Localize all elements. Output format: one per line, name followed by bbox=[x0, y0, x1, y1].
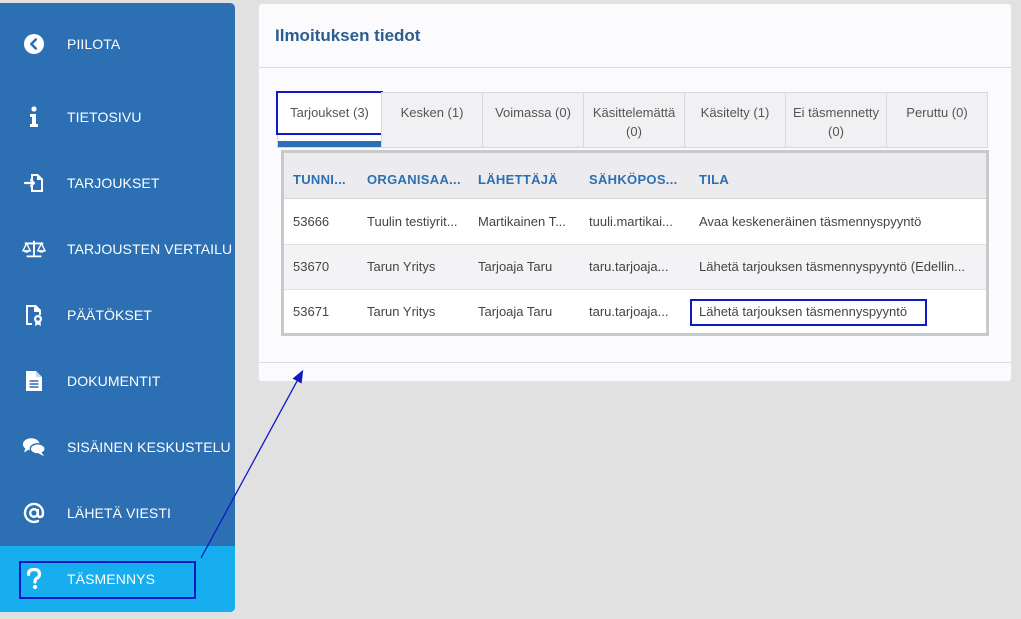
sidebar-item-label: TÄSMENNYS bbox=[67, 571, 156, 587]
sidebar-item-label: DOKUMENTIT bbox=[67, 373, 161, 389]
table-header-row: TUNNI... ORGANISAA... LÄHETTÄJÄ SÄHKÖPOS… bbox=[284, 153, 986, 199]
card-footer-divider bbox=[259, 362, 1011, 363]
cell-email: taru.tarjoaja... bbox=[589, 304, 669, 319]
at-sign-icon bbox=[22, 501, 46, 525]
column-header-tunniste[interactable]: TUNNI... bbox=[293, 172, 346, 187]
column-header-organisaatio[interactable]: ORGANISAA... bbox=[367, 172, 461, 187]
sidebar-item-tasmennys[interactable]: TÄSMENNYS bbox=[0, 546, 235, 612]
sidebar-item-sisainen-keskustelu[interactable]: SISÄINEN KESKUSTELU bbox=[0, 414, 235, 480]
table-row[interactable]: 53666 Tuulin testiyrit... Martikainen T.… bbox=[284, 200, 986, 245]
sidebar-item-tarjoukset[interactable]: TARJOUKSET bbox=[0, 150, 235, 216]
tab-kasitelty[interactable]: Käsitelty (1) bbox=[684, 92, 786, 148]
offers-table: TUNNI... ORGANISAA... LÄHETTÄJÄ SÄHKÖPOS… bbox=[281, 150, 989, 336]
certificate-icon bbox=[22, 303, 46, 327]
column-header-sahkoposti[interactable]: SÄHKÖPOS... bbox=[589, 172, 678, 187]
sidebar-item-label: LÄHETÄ VIESTI bbox=[67, 505, 171, 521]
cell-email: tuuli.martikai... bbox=[589, 214, 673, 229]
document-icon bbox=[22, 369, 46, 393]
tab-tarjoukset[interactable]: Tarjoukset (3) bbox=[276, 91, 383, 148]
scale-icon bbox=[22, 237, 46, 261]
notice-details-card: Ilmoituksen tiedot Tarjoukset (3) Kesken… bbox=[258, 3, 1012, 382]
sidebar-item-label: TARJOUSTEN VERTAILU bbox=[67, 241, 233, 257]
info-icon bbox=[22, 105, 46, 129]
tab-ei-tasmennetty[interactable]: Ei täsmennetty (0) bbox=[785, 92, 887, 148]
sidebar: PIILOTA TIETOSIVU TARJOUKSET TARJOUSTEN … bbox=[0, 3, 235, 612]
tab-label: Voimassa (0) bbox=[495, 105, 571, 120]
question-mark-icon bbox=[22, 567, 46, 591]
tab-label: Käsittelemättä (0) bbox=[592, 105, 676, 139]
tab-kesken[interactable]: Kesken (1) bbox=[381, 92, 483, 148]
sidebar-item-label: PIILOTA bbox=[67, 36, 121, 52]
cell-sender: Tarjoaja Taru bbox=[478, 259, 553, 274]
annotation-highlight-box bbox=[276, 91, 383, 135]
tab-label: Kesken (1) bbox=[400, 105, 464, 120]
page-title: Ilmoituksen tiedot bbox=[275, 25, 421, 45]
file-import-icon bbox=[22, 171, 46, 195]
cell-id: 53671 bbox=[293, 304, 330, 319]
cell-sender: Tarjoaja Taru bbox=[478, 304, 553, 319]
tab-label: Käsitelty (1) bbox=[700, 105, 770, 120]
annotation-highlight-box bbox=[690, 299, 927, 326]
column-header-lahettaja[interactable]: LÄHETTÄJÄ bbox=[478, 172, 558, 187]
active-tab-indicator bbox=[278, 141, 381, 147]
cell-email: taru.tarjoaja... bbox=[589, 259, 669, 274]
sidebar-item-dokumentit[interactable]: DOKUMENTIT bbox=[0, 348, 235, 414]
table-row[interactable]: 53671 Tarun Yritys Tarjoaja Taru taru.ta… bbox=[284, 290, 986, 335]
tab-label: Ei täsmennetty (0) bbox=[793, 105, 879, 139]
sidebar-item-tietosivu[interactable]: TIETOSIVU bbox=[0, 84, 235, 150]
cell-status-link[interactable]: Lähetä tarjouksen täsmennyspyyntö (Edell… bbox=[699, 259, 984, 274]
sidebar-item-label: TIETOSIVU bbox=[67, 109, 142, 125]
table-row[interactable]: 53670 Tarun Yritys Tarjoaja Taru taru.ta… bbox=[284, 245, 986, 290]
tab-peruttu[interactable]: Peruttu (0) bbox=[886, 92, 988, 148]
sidebar-item-paatokset[interactable]: PÄÄTÖKSET bbox=[0, 282, 235, 348]
cell-organization: Tarun Yritys bbox=[367, 304, 436, 319]
cell-organization: Tarun Yritys bbox=[367, 259, 436, 274]
chat-bubbles-icon bbox=[22, 435, 46, 459]
sidebar-item-piilota[interactable]: PIILOTA bbox=[0, 11, 235, 77]
cell-status-link[interactable]: Avaa keskeneräinen täsmennyspyyntö bbox=[699, 214, 984, 229]
tab-bar: Tarjoukset (3) Kesken (1) Voimassa (0) K… bbox=[276, 91, 989, 148]
sidebar-item-label: TARJOUKSET bbox=[67, 175, 160, 191]
tab-label: Peruttu (0) bbox=[906, 105, 968, 120]
sidebar-item-tarjousten-vertailu[interactable]: TARJOUSTEN VERTAILU bbox=[0, 216, 235, 282]
card-header: Ilmoituksen tiedot bbox=[259, 4, 1011, 68]
cell-sender: Martikainen T... bbox=[478, 214, 566, 229]
tab-voimassa[interactable]: Voimassa (0) bbox=[482, 92, 584, 148]
sidebar-item-laheta-viesti[interactable]: LÄHETÄ VIESTI bbox=[0, 480, 235, 546]
column-header-tila[interactable]: TILA bbox=[699, 172, 729, 187]
cell-id: 53666 bbox=[293, 214, 330, 229]
sidebar-item-label: PÄÄTÖKSET bbox=[67, 307, 152, 323]
tab-kasittelematta[interactable]: Käsittelemättä (0) bbox=[583, 92, 685, 148]
chevron-left-circle-icon bbox=[22, 32, 46, 56]
cell-id: 53670 bbox=[293, 259, 330, 274]
sidebar-item-label: SISÄINEN KESKUSTELU bbox=[67, 439, 231, 455]
cell-organization: Tuulin testiyrit... bbox=[367, 214, 458, 229]
